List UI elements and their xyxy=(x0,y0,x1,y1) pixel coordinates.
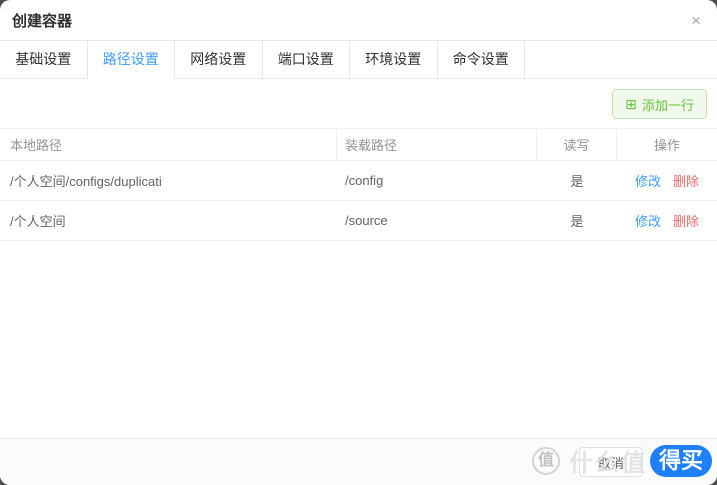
tab-port-settings[interactable]: 端口设置 xyxy=(262,41,350,79)
delete-link[interactable]: 删除 xyxy=(673,171,699,190)
tab-env-settings[interactable]: 环境设置 xyxy=(350,41,438,79)
table-row: /个人空间 /source 是 修改 删除 xyxy=(0,201,717,241)
settings-tabbar: 基础设置 路径设置 网络设置 端口设置 环境设置 命令设置 xyxy=(0,40,717,79)
edit-link[interactable]: 修改 xyxy=(635,171,661,190)
mount-path-table: 本地路径 装载路径 读写 操作 /个人空间/configs/duplicati … xyxy=(0,128,717,241)
tab-path-settings[interactable]: 路径设置 xyxy=(87,41,175,79)
tab-basic-settings[interactable]: 基础设置 xyxy=(0,41,88,79)
cell-mount-path: /source xyxy=(345,213,388,228)
dialog-title: 创建容器 xyxy=(12,12,73,30)
create-container-dialog: 创建容器 × 基础设置 路径设置 网络设置 端口设置 环境设置 命令设置 ⊞ 添… xyxy=(0,0,717,485)
cell-local-path: /个人空间/configs/duplicati xyxy=(10,174,162,189)
path-toolbar: ⊞ 添加一行 xyxy=(10,89,707,119)
header-local-path: 本地路径 xyxy=(0,129,337,160)
table-header-row: 本地路径 装载路径 读写 操作 xyxy=(0,128,717,161)
cell-operations: 修改 删除 xyxy=(617,211,717,230)
dialog-footer: 取消 xyxy=(0,438,717,485)
square-plus-icon: ⊞ xyxy=(625,96,637,112)
cancel-button[interactable]: 取消 xyxy=(578,447,643,477)
edit-link[interactable]: 修改 xyxy=(635,211,661,230)
header-operations: 操作 xyxy=(653,138,680,153)
dialog-header: 创建容器 × xyxy=(0,0,717,40)
table-row: /个人空间/configs/duplicati /config 是 修改 删除 xyxy=(0,161,717,201)
close-icon[interactable]: × xyxy=(687,10,705,31)
header-mount-path: 装载路径 xyxy=(337,129,537,160)
tabbar-filler xyxy=(525,41,717,79)
cell-read-write: 是 xyxy=(570,214,584,229)
cell-local-path: /个人空间 xyxy=(10,214,66,229)
add-row-label: 添加一行 xyxy=(641,97,694,113)
tab-network-settings[interactable]: 网络设置 xyxy=(175,41,263,79)
tab-command-settings[interactable]: 命令设置 xyxy=(437,41,525,79)
delete-link[interactable]: 删除 xyxy=(673,211,699,230)
cell-read-write: 是 xyxy=(570,174,584,189)
cell-mount-path: /config xyxy=(345,173,384,188)
add-row-button[interactable]: ⊞ 添加一行 xyxy=(612,89,707,119)
cell-operations: 修改 删除 xyxy=(617,171,717,190)
header-read-write: 读写 xyxy=(537,129,617,160)
